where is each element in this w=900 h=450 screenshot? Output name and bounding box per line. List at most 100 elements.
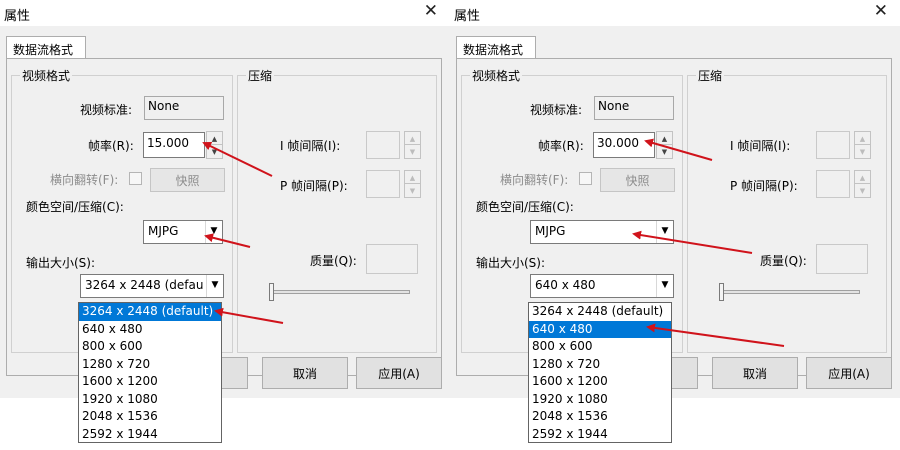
quality-input[interactable]	[816, 244, 868, 274]
frame-rate-input[interactable]: 15.000	[143, 132, 205, 158]
color-space-combo[interactable]: MJPG ▼	[530, 220, 674, 244]
dropdown-option[interactable]: 3264 x 2448 (default)	[529, 303, 671, 321]
color-space-value: MJPG	[148, 224, 179, 238]
spin-down-icon[interactable]: ▼	[657, 145, 672, 158]
dropdown-option[interactable]: 800 x 600	[529, 338, 671, 356]
dropdown-option[interactable]: 1600 x 1200	[529, 373, 671, 391]
spin-down-icon[interactable]: ▼	[405, 145, 420, 158]
quality-slider-track[interactable]	[270, 290, 410, 294]
flip-checkbox[interactable]	[579, 172, 592, 185]
i-frame-input[interactable]	[816, 131, 850, 159]
output-size-value: 3264 x 2448 (defau	[85, 278, 204, 292]
dialog-title: 属性	[4, 9, 31, 24]
tab-page: 视频格式 视频标准: None 帧率(R): 15.000 ▲ ▼ 横向翻转(F)…	[6, 58, 442, 376]
p-frame-label: P 帧间隔(P):	[730, 179, 798, 193]
quality-label: 质量(Q):	[310, 254, 357, 268]
compression-group: 压缩 I 帧间隔(I): ▲ ▼ P 帧间隔(P): ▲ ▼ 质量(Q):	[687, 67, 887, 353]
output-size-dropdown[interactable]: 3264 x 2448 (default) 640 x 480 800 x 600 1…	[528, 302, 672, 443]
chevron-down-icon[interactable]: ▼	[205, 221, 222, 243]
quality-slider-track[interactable]	[720, 290, 860, 294]
output-size-label: 输出大小(S):	[476, 256, 546, 270]
video-standard-label: 视频标准:	[80, 103, 133, 117]
spin-up-icon[interactable]: ▲	[207, 132, 222, 145]
dropdown-option[interactable]: 1600 x 1200	[79, 373, 221, 391]
dropdown-option[interactable]: 2048 x 1536	[529, 408, 671, 426]
color-space-label: 颜色空间/压缩(C):	[476, 200, 574, 214]
tab-page: 视频格式 视频标准: None 帧率(R): 30.000 ▲ ▼ 横向翻转(F)…	[456, 58, 892, 376]
i-frame-spinner[interactable]: ▲ ▼	[404, 131, 421, 159]
tab-stream-format[interactable]: 数据流格式	[6, 36, 86, 59]
video-standard-field: None	[594, 96, 674, 120]
spin-up-icon[interactable]: ▲	[405, 132, 420, 145]
spin-up-icon[interactable]: ▲	[855, 132, 870, 145]
dialog-title: 属性	[454, 9, 481, 24]
frame-rate-spinner[interactable]: ▲ ▼	[206, 131, 223, 159]
dropdown-option[interactable]: 800 x 600	[79, 338, 221, 356]
chevron-down-icon[interactable]: ▼	[656, 275, 673, 297]
spin-up-icon[interactable]: ▲	[657, 132, 672, 145]
title-bar: 属性 ✕	[0, 0, 450, 26]
dropdown-option[interactable]: 1280 x 720	[79, 356, 221, 374]
tab-stream-format[interactable]: 数据流格式	[456, 36, 536, 59]
cancel-button[interactable]: 取消	[712, 357, 798, 389]
p-frame-input[interactable]	[816, 170, 850, 198]
close-icon[interactable]: ✕	[424, 1, 438, 21]
frame-rate-spinner[interactable]: ▲ ▼	[656, 131, 673, 159]
apply-button[interactable]: 应用(A)	[356, 357, 442, 389]
spin-down-icon[interactable]: ▼	[405, 184, 420, 197]
output-size-dropdown[interactable]: 3264 x 2448 (default) 640 x 480 800 x 600 1…	[78, 302, 222, 443]
spin-up-icon[interactable]: ▲	[855, 171, 870, 184]
apply-button[interactable]: 应用(A)	[806, 357, 892, 389]
dropdown-option[interactable]: 640 x 480	[79, 321, 221, 339]
frame-rate-label: 帧率(R):	[88, 139, 134, 153]
properties-dialog-left: 属性 ✕ 数据流格式 视频格式 视频标准: None 帧率(R): 15.000…	[0, 0, 450, 450]
compression-group: 压缩 I 帧间隔(I): ▲ ▼ P 帧间隔(P): ▲ ▼ 质量(Q):	[237, 67, 437, 353]
video-standard-label: 视频标准:	[530, 103, 583, 117]
output-size-label: 输出大小(S):	[26, 256, 96, 270]
output-size-combo[interactable]: 640 x 480 ▼	[530, 274, 674, 298]
spin-down-icon[interactable]: ▼	[855, 184, 870, 197]
color-space-label: 颜色空间/压缩(C):	[26, 200, 124, 214]
properties-dialog-right: 属性 ✕ 数据流格式 视频格式 视频标准: None 帧率(R): 30.000…	[450, 0, 900, 450]
output-size-combo[interactable]: 3264 x 2448 (defau ▼	[80, 274, 224, 298]
frame-rate-input[interactable]: 30.000	[593, 132, 655, 158]
dropdown-option[interactable]: 1920 x 1080	[79, 391, 221, 409]
snapshot-button[interactable]: 快照	[150, 168, 225, 192]
dropdown-option[interactable]: 2592 x 1944	[529, 426, 671, 444]
video-format-group-title: 视频格式	[470, 67, 523, 84]
color-space-value: MJPG	[535, 224, 566, 238]
spin-down-icon[interactable]: ▼	[855, 145, 870, 158]
compression-group-title: 压缩	[696, 67, 725, 84]
dropdown-option[interactable]: 640 x 480	[529, 320, 671, 338]
quality-label: 质量(Q):	[760, 254, 807, 268]
cancel-button[interactable]: 取消	[262, 357, 348, 389]
i-frame-label: I 帧间隔(I):	[280, 139, 341, 153]
quality-input[interactable]	[366, 244, 418, 274]
p-frame-label: P 帧间隔(P):	[280, 179, 348, 193]
chevron-down-icon[interactable]: ▼	[656, 221, 673, 243]
close-icon[interactable]: ✕	[874, 1, 888, 21]
flip-checkbox[interactable]	[129, 172, 142, 185]
chevron-down-icon[interactable]: ▼	[206, 275, 223, 297]
p-frame-spinner[interactable]: ▲ ▼	[404, 170, 421, 198]
spin-down-icon[interactable]: ▼	[207, 145, 222, 158]
p-frame-spinner[interactable]: ▲ ▼	[854, 170, 871, 198]
i-frame-spinner[interactable]: ▲ ▼	[854, 131, 871, 159]
quality-slider-thumb[interactable]	[269, 283, 274, 301]
frame-rate-label: 帧率(R):	[538, 139, 584, 153]
dropdown-option[interactable]: 3264 x 2448 (default)	[79, 303, 221, 321]
dropdown-option[interactable]: 2592 x 1944	[79, 426, 221, 444]
i-frame-input[interactable]	[366, 131, 400, 159]
spin-up-icon[interactable]: ▲	[405, 171, 420, 184]
snapshot-button[interactable]: 快照	[600, 168, 675, 192]
dropdown-option[interactable]: 1920 x 1080	[529, 391, 671, 409]
quality-slider-thumb[interactable]	[719, 283, 724, 301]
dropdown-option[interactable]: 2048 x 1536	[79, 408, 221, 426]
i-frame-label: I 帧间隔(I):	[730, 139, 791, 153]
color-space-combo[interactable]: MJPG ▼	[143, 220, 223, 244]
output-size-value: 640 x 480	[535, 278, 596, 292]
flip-label: 横向翻转(F):	[500, 173, 569, 187]
dropdown-option[interactable]: 1280 x 720	[529, 356, 671, 374]
p-frame-input[interactable]	[366, 170, 400, 198]
flip-label: 横向翻转(F):	[50, 173, 119, 187]
